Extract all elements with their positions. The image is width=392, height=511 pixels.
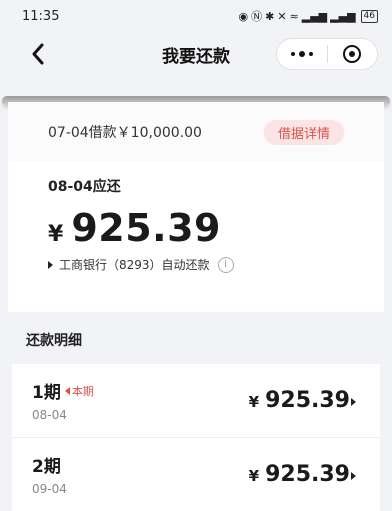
nav-bar: 我要还款 <box>0 32 392 76</box>
auto-repay-row[interactable]: 工商银行（8293）自动还款 i <box>48 256 384 273</box>
loan-summary-text: 07-04借款￥10,000.00 <box>48 125 202 141</box>
period: 1期 本期 <box>32 378 94 403</box>
chevron-left-icon <box>32 43 44 65</box>
dot-icon <box>290 52 295 56</box>
repayment-row[interactable]: 2期 09-04 ¥ 925.39 <box>12 438 380 511</box>
repayment-list: 1期 本期 08-04 ¥ 925.39 2期 09-04 ¥ 925.39 <box>12 364 380 511</box>
current-period-tag: 本期 <box>64 383 94 399</box>
row-amount-value: 925.39 <box>265 462 350 487</box>
period-label: 2期 <box>32 457 61 477</box>
currency-symbol: ¥ <box>48 222 64 247</box>
loan-summary: 07-04借款￥10,000.00 借据详情 <box>8 102 384 162</box>
row-amount: ¥ 925.39 <box>249 388 350 413</box>
back-button[interactable] <box>24 40 52 68</box>
nfc-icon: Ⓝ <box>251 10 263 23</box>
more-button[interactable] <box>277 51 327 57</box>
caret-right-icon <box>48 260 53 269</box>
caret-right-icon <box>351 472 356 480</box>
loan-detail-button[interactable]: 借据详情 <box>263 119 344 145</box>
close-button[interactable] <box>328 45 378 63</box>
due-date: 08-04 <box>32 408 67 422</box>
current-period-label: 本期 <box>71 384 94 398</box>
mini-program-capsule <box>276 38 378 70</box>
status-bar: 11:35 ◉ Ⓝ ✱ ✕ ≈ ▂▄▆ ▂▄▆ 46 <box>0 0 392 32</box>
info-icon[interactable]: i <box>217 256 234 273</box>
wifi-icon: ≈ <box>289 9 299 23</box>
row-amount: ¥ 925.39 <box>249 462 350 487</box>
currency-symbol: ¥ <box>248 393 260 411</box>
dot-icon <box>308 52 313 56</box>
eye-icon: ◉ <box>238 9 249 23</box>
repayment-row[interactable]: 1期 本期 08-04 ¥ 925.39 <box>12 364 380 438</box>
details-title: 还款明细 <box>26 333 82 349</box>
signal-icon: ▂▄▆ <box>301 9 328 23</box>
mute-icon: ✕ <box>277 9 287 23</box>
due-card: 08-04应还 ¥ 925.39 工商银行（8293）自动还款 i <box>8 162 384 312</box>
bluetooth-icon: ✱ <box>265 9 275 23</box>
battery-icon: 46 <box>360 9 378 23</box>
due-date: 09-04 <box>32 482 67 496</box>
due-amount-value: 925.39 <box>71 206 221 250</box>
period: 2期 <box>32 452 61 477</box>
dot-icon <box>298 51 305 57</box>
status-icons: ◉ Ⓝ ✱ ✕ ≈ ▂▄▆ ▂▄▆ 46 <box>238 8 378 24</box>
target-icon <box>343 45 362 63</box>
caret-left-icon <box>64 386 70 395</box>
currency-symbol: ¥ <box>248 467 260 485</box>
signal-icon-2: ▂▄▆ <box>330 9 356 23</box>
due-amount: ¥ 925.39 <box>48 206 384 250</box>
caret-right-icon <box>351 398 356 406</box>
auto-repay-text: 工商银行（8293）自动还款 <box>59 258 210 272</box>
status-time: 11:35 <box>22 8 60 24</box>
period-label: 1期 <box>32 383 61 403</box>
row-amount-value: 925.39 <box>265 388 350 413</box>
due-label: 08-04应还 <box>48 179 121 195</box>
